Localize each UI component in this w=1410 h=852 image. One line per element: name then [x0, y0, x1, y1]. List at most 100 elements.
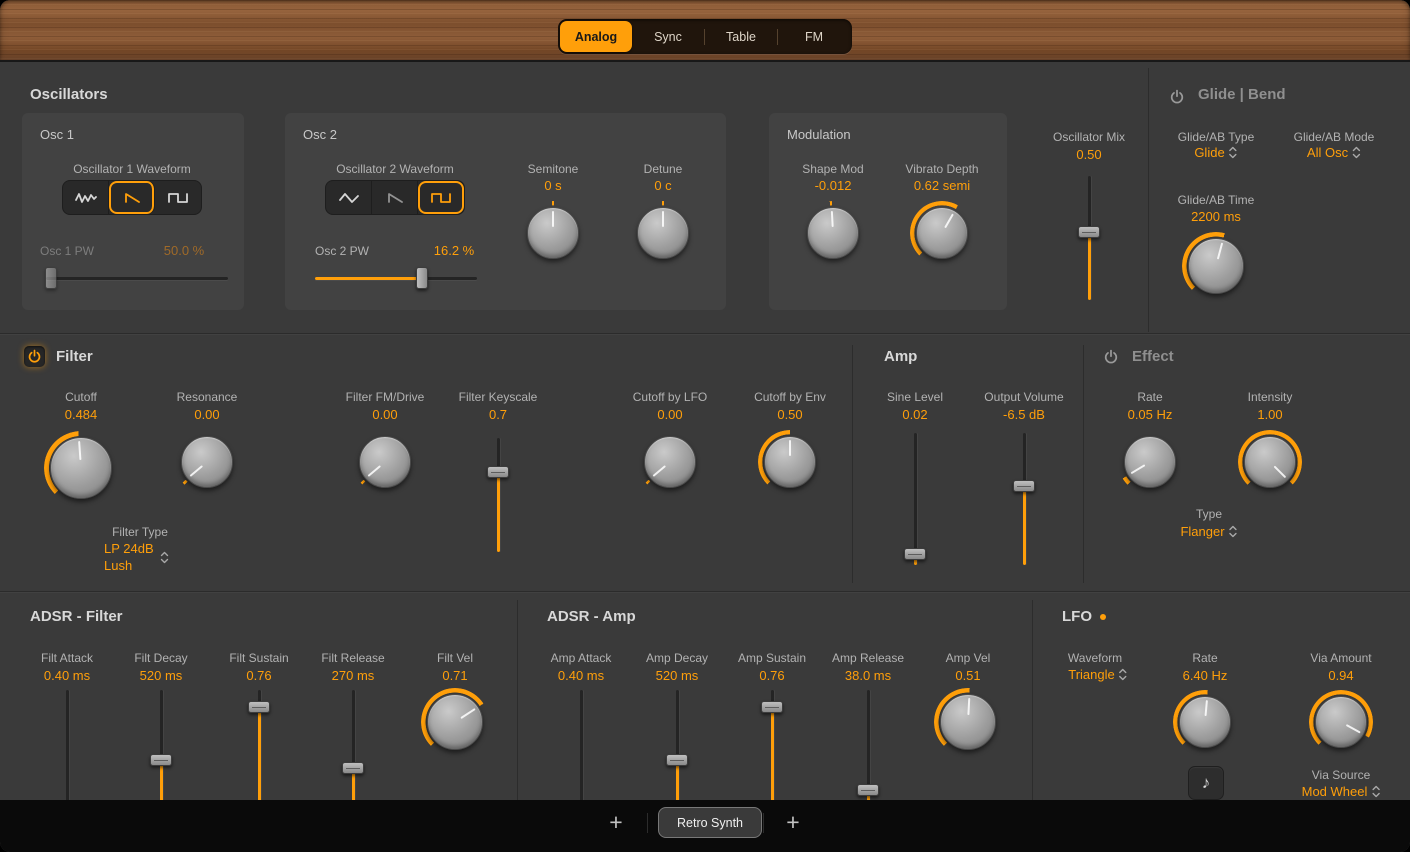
engine-tabbar: Analog Sync Table FM	[558, 19, 852, 54]
sine-level-label: Sine Level	[887, 390, 943, 404]
amp-release-slider[interactable]	[856, 690, 880, 808]
vibrato-depth-knob[interactable]	[916, 207, 968, 259]
filter-type-select[interactable]: LP 24dB Lush	[104, 541, 169, 573]
osc2-pw-label: Osc 2 PW	[315, 244, 369, 258]
slider-handle[interactable]	[904, 548, 926, 560]
cutoff-by-lfo-label: Cutoff by LFO	[633, 390, 707, 404]
tab-analog[interactable]: Analog	[560, 21, 632, 52]
slider-fill	[1023, 486, 1026, 565]
slider-handle[interactable]	[1013, 480, 1035, 492]
osc2-pw-slider[interactable]	[315, 267, 477, 289]
knob-cap	[50, 437, 112, 499]
lfo-via-amount-knob[interactable]	[1315, 696, 1367, 748]
amp-sustain-slider[interactable]	[760, 690, 784, 808]
osc1-pw-slider[interactable]	[46, 267, 228, 289]
slider-handle[interactable]	[150, 754, 172, 766]
resonance-knob[interactable]	[181, 436, 233, 488]
glide-mode-select[interactable]: All Osc	[1307, 145, 1361, 160]
amp-release-label: Amp Release	[832, 651, 904, 665]
filt-sustain-slider[interactable]	[247, 690, 271, 808]
filt-vel-label: Filt Vel	[437, 651, 473, 665]
lfo-via-amount-value: 0.94	[1328, 668, 1353, 683]
filt-release-label: Filt Release	[321, 651, 384, 665]
effect-rate-knob[interactable]	[1124, 436, 1176, 488]
slider-fill	[258, 707, 261, 808]
chevron-updown-icon	[1229, 146, 1238, 159]
slider-handle[interactable]	[342, 762, 364, 774]
lfo-rate-mode-button[interactable]: ♪	[1188, 766, 1224, 800]
glide-type-label: Glide/AB Type	[1178, 130, 1255, 144]
filter-power-button[interactable]	[24, 346, 45, 367]
oscillator-mix-slider[interactable]	[1077, 176, 1101, 300]
filt-decay-slider[interactable]	[149, 690, 173, 808]
adsr-amp-title: ADSR - Amp	[547, 608, 636, 625]
oscillator-mix-label: Oscillator Mix	[1053, 130, 1125, 144]
output-volume-label: Output Volume	[984, 390, 1063, 404]
knob-cap	[181, 436, 233, 488]
lfo-waveform-select[interactable]: Triangle	[1068, 667, 1127, 682]
slider-handle[interactable]	[666, 754, 688, 766]
filt-sustain-value: 0.76	[246, 668, 271, 683]
amp-attack-value: 0.40 ms	[558, 668, 604, 683]
add-patch-button-right[interactable]: +	[777, 806, 809, 838]
cutoff-by-lfo-knob[interactable]	[644, 436, 696, 488]
osc1-waveform-selector	[62, 180, 202, 215]
osc1-noise-wave-button[interactable]	[63, 181, 109, 214]
glide-time-value: 2200 ms	[1191, 209, 1241, 224]
amp-attack-slider[interactable]	[569, 690, 593, 808]
add-patch-button-left[interactable]: +	[600, 806, 632, 838]
sine-level-slider[interactable]	[903, 433, 927, 565]
glide-type-select[interactable]: Glide	[1194, 145, 1237, 160]
osc2-square-wave-button[interactable]	[418, 181, 464, 214]
tab-sync[interactable]: Sync	[632, 21, 704, 52]
slider-track	[66, 690, 69, 808]
shape-mod-knob[interactable]	[807, 207, 859, 259]
filter-keyscale-slider[interactable]	[486, 438, 510, 552]
slider-handle[interactable]	[857, 784, 879, 796]
filt-attack-slider[interactable]	[55, 690, 79, 808]
divider	[1148, 68, 1149, 332]
semitone-knob[interactable]	[527, 207, 579, 259]
detune-knob[interactable]	[637, 207, 689, 259]
preset-name-button[interactable]: Retro Synth	[658, 807, 762, 838]
tab-table[interactable]: Table	[705, 21, 777, 52]
square-wave-icon	[430, 191, 452, 205]
cutoff-by-lfo-value: 0.00	[657, 407, 682, 422]
intensity-knob[interactable]	[1244, 436, 1296, 488]
chevron-updown-icon	[1229, 525, 1238, 538]
amp-decay-slider[interactable]	[665, 690, 689, 808]
amp-decay-label: Amp Decay	[646, 651, 708, 665]
osc2-saw-wave-button[interactable]	[372, 181, 418, 214]
glide-time-knob[interactable]	[1188, 238, 1244, 294]
slider-handle[interactable]	[45, 267, 57, 289]
slider-handle[interactable]	[487, 466, 509, 478]
osc1-saw-wave-button[interactable]	[109, 181, 155, 214]
footer-separator	[763, 813, 764, 833]
tab-fm[interactable]: FM	[778, 21, 850, 52]
cutoff-by-env-knob[interactable]	[764, 436, 816, 488]
slider-handle[interactable]	[248, 701, 270, 713]
slider-fill	[1088, 232, 1091, 300]
effect-title: Effect	[1132, 348, 1174, 365]
amp-vel-knob[interactable]	[940, 694, 996, 750]
output-volume-slider[interactable]	[1012, 433, 1036, 565]
slider-handle[interactable]	[1078, 226, 1100, 238]
osc1-square-wave-button[interactable]	[155, 181, 201, 214]
detune-label: Detune	[644, 162, 683, 176]
effect-type-select[interactable]: Flanger	[1180, 524, 1237, 539]
lfo-via-source-select[interactable]: Mod Wheel	[1302, 784, 1381, 799]
filt-release-slider[interactable]	[341, 690, 365, 808]
lfo-rate-knob[interactable]	[1179, 696, 1231, 748]
lfo-via-source-value: Mod Wheel	[1302, 784, 1368, 799]
cutoff-knob[interactable]	[50, 437, 112, 499]
glide-mode-label: Glide/AB Mode	[1294, 130, 1375, 144]
filt-vel-knob[interactable]	[427, 694, 483, 750]
slider-handle[interactable]	[416, 267, 428, 289]
glide-power-button[interactable]	[1166, 86, 1187, 107]
filt-decay-label: Filt Decay	[134, 651, 187, 665]
osc2-triangle-wave-button[interactable]	[326, 181, 372, 214]
effect-power-button[interactable]	[1100, 346, 1121, 367]
resonance-label: Resonance	[177, 390, 238, 404]
slider-handle[interactable]	[761, 701, 783, 713]
filter-fm-drive-knob[interactable]	[359, 436, 411, 488]
